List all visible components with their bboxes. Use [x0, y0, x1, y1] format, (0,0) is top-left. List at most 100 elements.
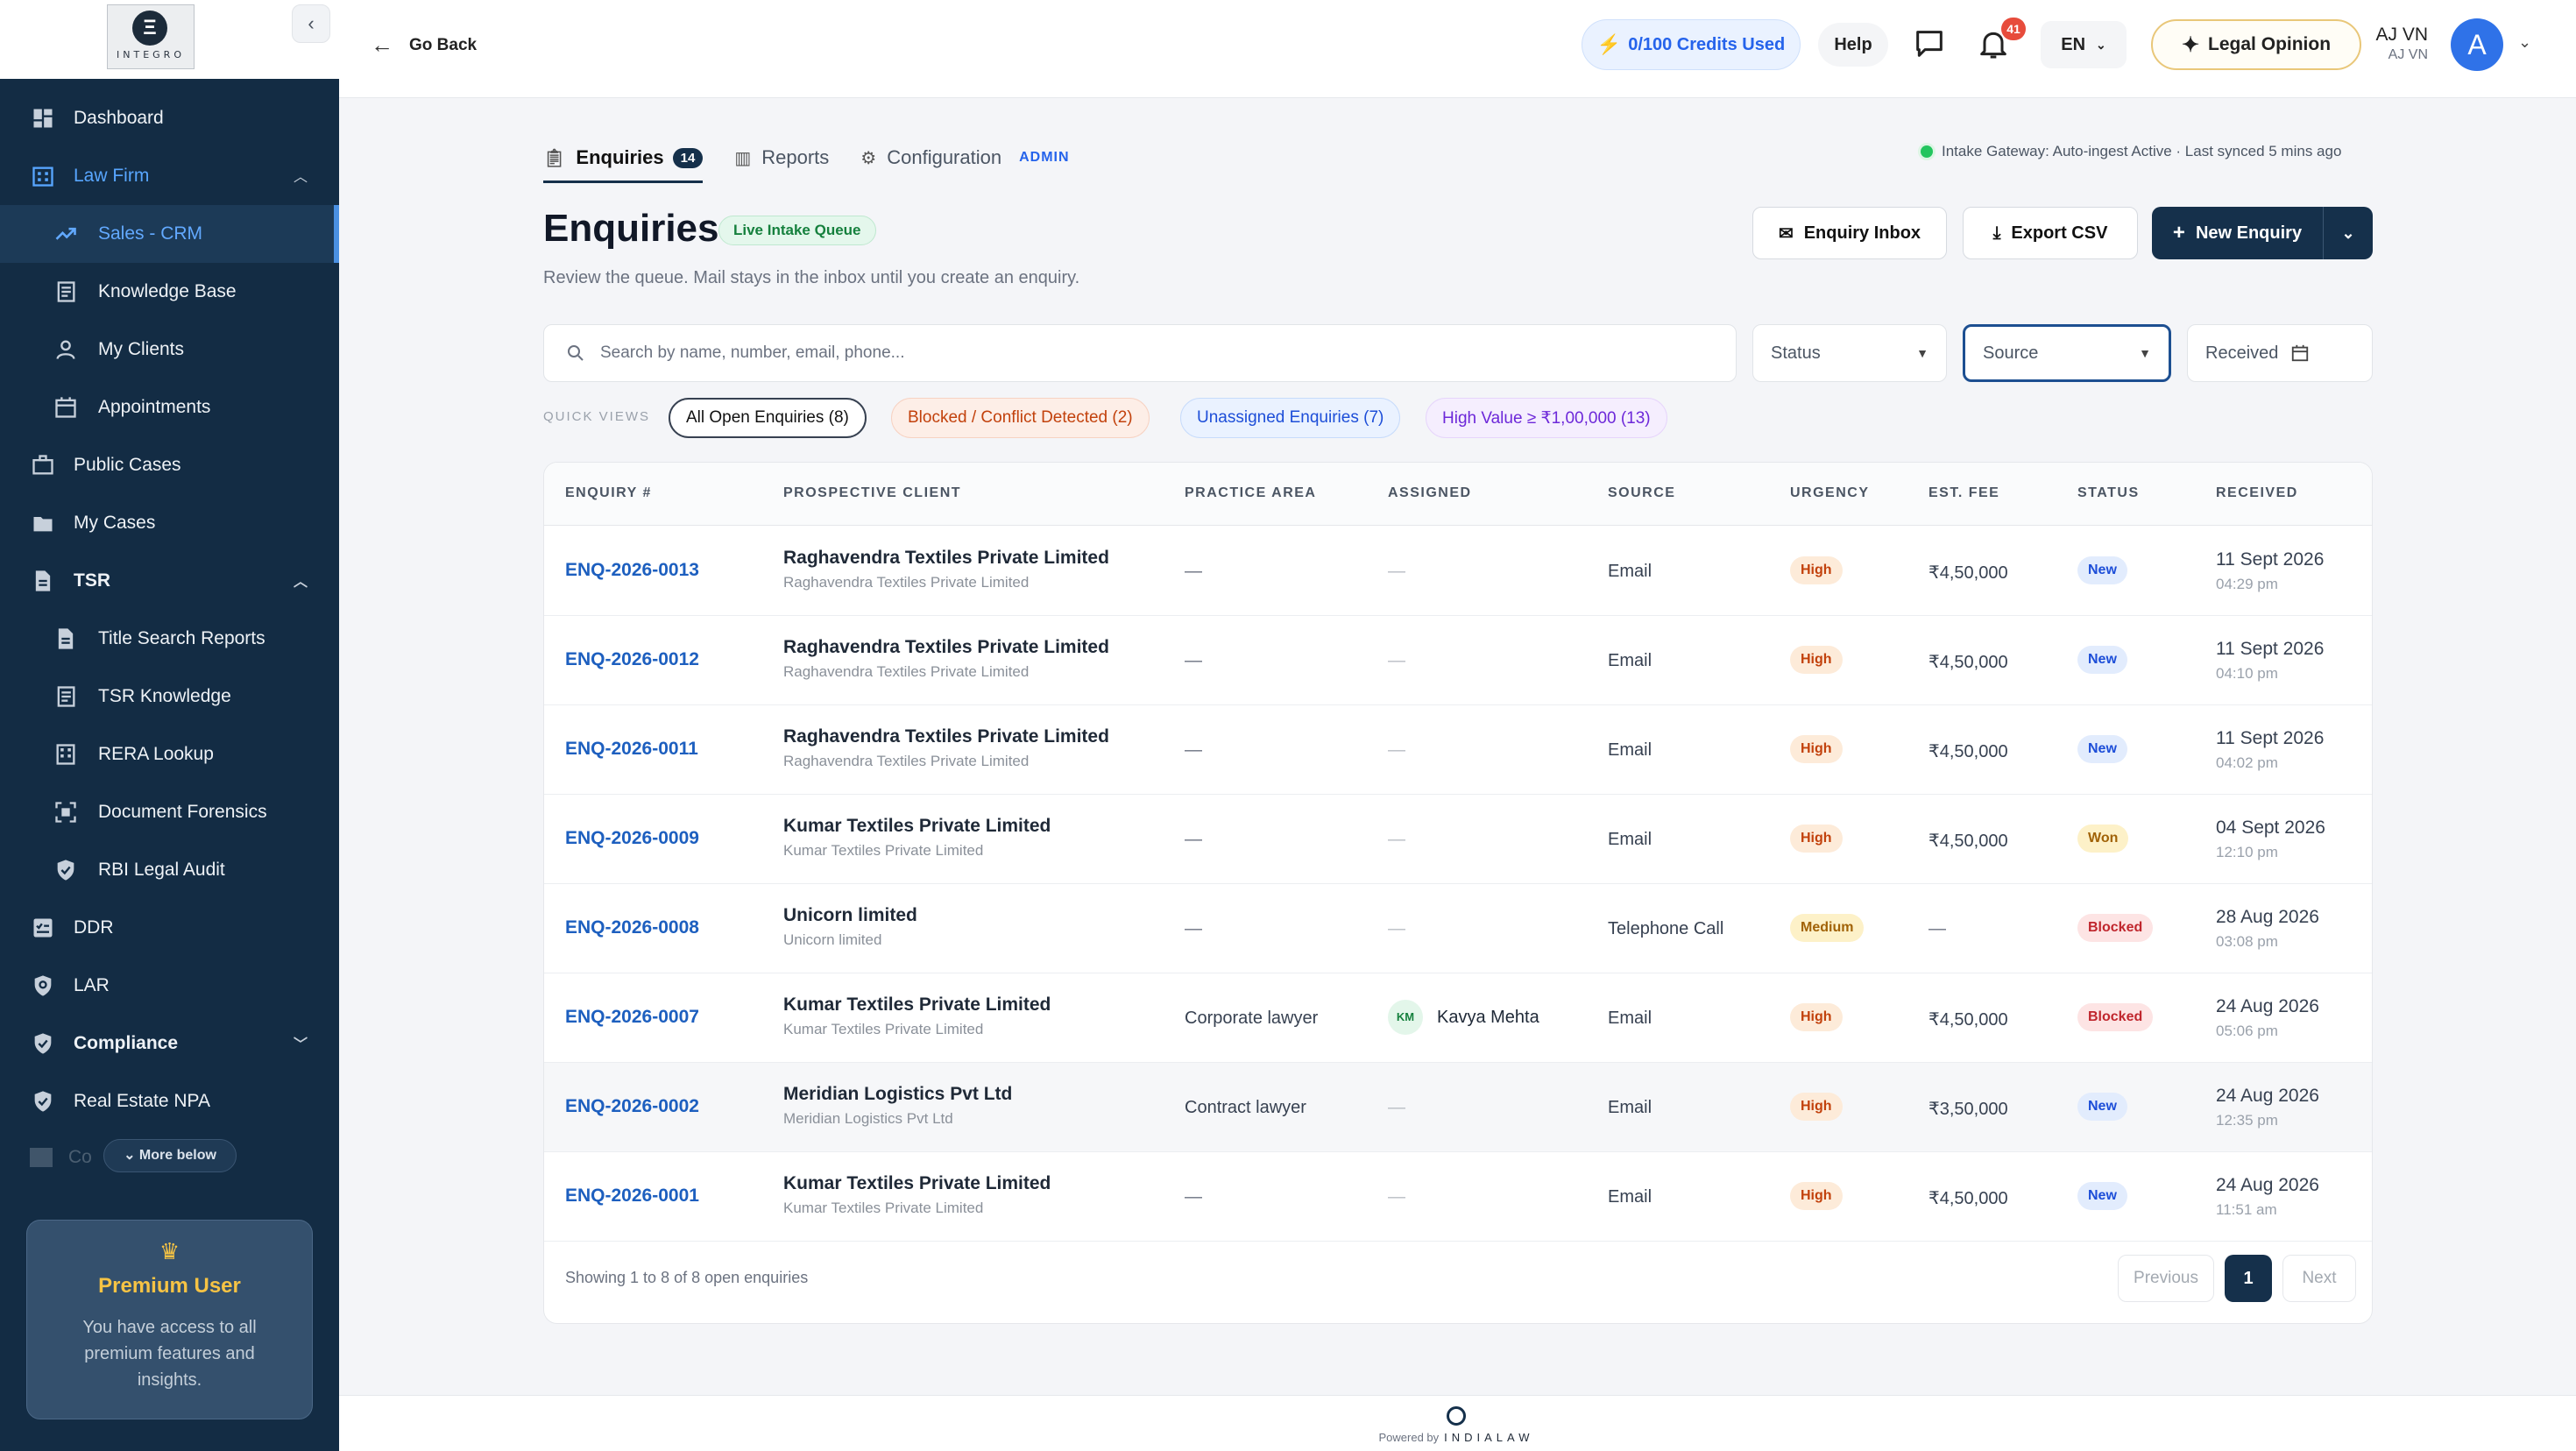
column-header-assigned[interactable]: ASSIGNED [1388, 485, 1472, 501]
avatar[interactable]: A [2451, 18, 2503, 71]
sidebar-item-real-estate-npa[interactable]: Real Estate NPA [0, 1072, 339, 1130]
app-logo[interactable]: Ξ INTEGRO [107, 4, 195, 69]
page-subtitle: Review the queue. Mail stays in the inbo… [543, 268, 1080, 287]
sidebar-item-knowledge-base[interactable]: Knowledge Base [0, 263, 339, 321]
language-select[interactable]: EN ⌄ [2041, 21, 2127, 68]
sidebar-item-title-search-reports[interactable]: Title Search Reports [0, 610, 339, 668]
urgency-badge: High [1790, 1182, 1843, 1210]
pagination-next-button[interactable]: Next [2282, 1255, 2356, 1302]
quick-view-unassigned[interactable]: Unassigned Enquiries (7) [1180, 398, 1401, 438]
sidebar-item-dashboard[interactable]: Dashboard [0, 89, 339, 147]
assigned-user[interactable]: KM Kavya Mehta [1388, 1000, 1539, 1035]
received-filter[interactable]: Received [2187, 324, 2373, 382]
sidebar-item-public-cases[interactable]: Public Cases [0, 436, 339, 494]
est-fee-cell: — [1928, 919, 1946, 938]
table-row[interactable]: ENQ-2026-0008 Unicorn limited Unicorn limi… [544, 884, 2372, 973]
enquiry-id-link[interactable]: ENQ-2026-0002 [565, 1096, 699, 1117]
sidebar-item-document-forensics[interactable]: Document Forensics [0, 783, 339, 841]
sidebar-item-compliance[interactable]: Compliance ﹀ [0, 1015, 339, 1072]
scan-icon [53, 799, 79, 825]
sidebar-item-lar[interactable]: LAR [0, 957, 339, 1015]
calendar-icon [53, 394, 79, 421]
quick-view-high-value[interactable]: High Value ≥ ₹1,00,000 (13) [1426, 398, 1667, 438]
status-filter[interactable]: Status ▼ [1752, 324, 1947, 382]
column-header-received[interactable]: RECEIVED [2216, 485, 2298, 501]
dashboard-icon [30, 105, 56, 131]
table-row[interactable]: ENQ-2026-0002 Meridian Logistics Pvt Ltd M… [544, 1063, 2372, 1152]
search-icon [568, 345, 584, 361]
export-csv-button[interactable]: ⤓ Export CSV [1963, 207, 2138, 259]
briefcase-icon [30, 452, 56, 478]
quick-view-blocked[interactable]: Blocked / Conflict Detected (2) [891, 398, 1150, 438]
table-row[interactable]: ENQ-2026-0013 Raghavendra Textiles Privat… [544, 527, 2372, 616]
sidebar-item-my-cases[interactable]: My Cases [0, 494, 339, 552]
enquiry-id-link[interactable]: ENQ-2026-0007 [565, 1007, 699, 1028]
tab-count-badge: 14 [672, 147, 704, 168]
sidebar-item-rbi-legal-audit[interactable]: RBI Legal Audit [0, 841, 339, 899]
legal-opinion-button[interactable]: ✦ Legal Opinion [2151, 19, 2361, 70]
table-row[interactable]: ENQ-2026-0012 Raghavendra Textiles Privat… [544, 616, 2372, 705]
enquiry-id-link[interactable]: ENQ-2026-0001 [565, 1186, 699, 1207]
sidebar-item-rera-lookup[interactable]: RERA Lookup [0, 726, 339, 783]
sidebar-item-label: Knowledge Base [98, 281, 237, 301]
est-fee-cell: ₹4,50,000 [1928, 832, 2008, 851]
enquiry-id-link[interactable]: ENQ-2026-0012 [565, 649, 699, 670]
chevron-down-icon[interactable]: ⌄ [2518, 33, 2531, 52]
search-bar [543, 324, 1737, 382]
building-icon [53, 741, 79, 768]
enquiry-inbox-button[interactable]: ✉ Enquiry Inbox [1752, 207, 1947, 259]
chat-icon[interactable] [1912, 26, 1947, 61]
status-badge: Won [2077, 825, 2129, 853]
new-enquiry-button[interactable]: + New Enquiry [2152, 207, 2324, 259]
column-header-client[interactable]: PROSPECTIVE CLIENT [783, 485, 961, 501]
new-enquiry-dropdown-button[interactable]: ⌄ [2324, 207, 2373, 259]
column-header-source[interactable]: SOURCE [1608, 485, 1675, 501]
bar-chart-icon: ▥ [734, 148, 752, 168]
go-back-button[interactable]: ← Go Back [371, 32, 477, 59]
sidebar-item-sales-crm[interactable]: Sales - CRM [0, 205, 339, 263]
user-name-block[interactable]: AJ VN AJ VN [2375, 25, 2428, 63]
search-input[interactable] [600, 343, 1652, 363]
quick-view-all-open[interactable]: All Open Enquiries (8) [669, 398, 867, 438]
collapse-sidebar-button[interactable]: ‹ [292, 4, 330, 43]
sidebar-item-tsr-knowledge[interactable]: TSR Knowledge [0, 668, 339, 726]
practice-area-cell: — [1185, 919, 1202, 938]
enquiry-id-link[interactable]: ENQ-2026-0009 [565, 828, 699, 849]
practice-area-cell: — [1185, 830, 1202, 849]
sidebar-item-my-clients[interactable]: My Clients [0, 321, 339, 379]
assigned-cell: — [1388, 562, 1405, 581]
pagination-current-page[interactable]: 1 [2225, 1255, 2272, 1302]
enquiry-id-link[interactable]: ENQ-2026-0011 [565, 739, 698, 760]
sidebar-item-appointments[interactable]: Appointments [0, 379, 339, 436]
enquiry-id-link[interactable]: ENQ-2026-0013 [565, 560, 699, 581]
column-header-est-fee[interactable]: EST. FEE [1928, 485, 1999, 501]
enquiry-id-link[interactable]: ENQ-2026-0008 [565, 917, 699, 938]
checklist-icon [30, 915, 56, 941]
pagination-previous-button[interactable]: Previous [2118, 1255, 2214, 1302]
tab-reports[interactable]: ▥ Reports [734, 140, 829, 175]
table-row[interactable]: ENQ-2026-0009 Kumar Textiles Private Limi… [544, 795, 2372, 884]
column-header-practice-area[interactable]: PRACTICE AREA [1185, 485, 1316, 501]
column-header-urgency[interactable]: URGENCY [1790, 485, 1870, 501]
sidebar-item-tsr[interactable]: TSR ︿ [0, 552, 339, 610]
est-fee-cell: ₹4,50,000 [1928, 653, 2008, 672]
tab-configuration[interactable]: ⚙ Configuration [860, 140, 1001, 175]
sidebar-item-law-firm[interactable]: Law Firm ︿ [0, 147, 339, 205]
live-queue-badge: Live Intake Queue [718, 216, 876, 245]
file-icon [30, 1148, 53, 1167]
table-row[interactable]: ENQ-2026-0011 Raghavendra Textiles Privat… [544, 705, 2372, 795]
indialaw-logo-icon [1447, 1406, 1466, 1426]
status-dot-icon [1921, 145, 1933, 158]
tab-enquiries[interactable]: 📋︎ Enquiries 14 [543, 140, 704, 175]
logo-area: Ξ INTEGRO ‹ [0, 0, 339, 79]
column-header-status[interactable]: STATUS [2077, 485, 2140, 501]
table-row[interactable]: ENQ-2026-0001 Kumar Textiles Private Limi… [544, 1152, 2372, 1242]
est-fee-cell: ₹4,50,000 [1928, 1189, 2008, 1208]
help-button[interactable]: Help [1818, 23, 1888, 67]
source-filter[interactable]: Source ▼ [1963, 324, 2171, 382]
column-header-enquiry[interactable]: ENQUIRY # [565, 485, 652, 501]
table-row[interactable]: ENQ-2026-0007 Kumar Textiles Private Limi… [544, 973, 2372, 1063]
more-below-button[interactable]: ⌄ More below [103, 1139, 237, 1172]
sidebar-item-ddr[interactable]: DDR [0, 899, 339, 957]
credits-badge[interactable]: ⚡ 0/100 Credits Used [1582, 19, 1801, 70]
